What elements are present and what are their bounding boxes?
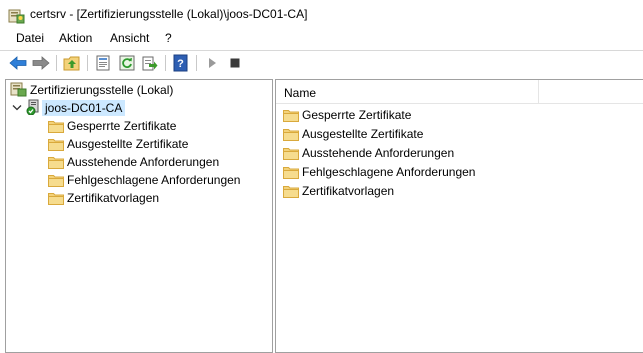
menu-ansicht[interactable]: Ansicht bbox=[108, 31, 151, 45]
folder-icon bbox=[283, 185, 299, 198]
tree-ca-item[interactable]: joos-DC01-CA bbox=[12, 99, 126, 118]
toolbar-separator bbox=[56, 55, 57, 71]
toolbar-separator bbox=[87, 55, 88, 71]
ca-server-icon bbox=[26, 99, 42, 118]
chevron-down-icon[interactable] bbox=[12, 104, 24, 112]
tree-item-label: Fehlgeschlagene Anforderungen bbox=[67, 173, 241, 187]
list-item[interactable]: Ausgestellte Zertifikate bbox=[283, 125, 423, 143]
svg-text:?: ? bbox=[177, 58, 184, 70]
back-icon[interactable] bbox=[9, 54, 27, 72]
list-pane[interactable]: Name Gesperrte Zertifikate Ausgestellte … bbox=[275, 79, 643, 353]
menu-bar: Datei Aktion Ansicht ? bbox=[0, 29, 643, 49]
help-icon[interactable]: ? bbox=[172, 54, 190, 72]
refresh-icon[interactable] bbox=[118, 54, 136, 72]
folder-icon bbox=[283, 147, 299, 160]
certificate-authority-icon bbox=[10, 81, 27, 100]
menu-datei[interactable]: Datei bbox=[14, 31, 46, 45]
folder-icon bbox=[48, 192, 64, 205]
stop-icon[interactable] bbox=[226, 54, 244, 72]
window-title: certsrv - [Zertifizierungsstelle (Lokal)… bbox=[30, 7, 308, 21]
list-item[interactable]: Fehlgeschlagene Anforderungen bbox=[283, 163, 475, 181]
title-bar: certsrv - [Zertifizierungsstelle (Lokal)… bbox=[0, 0, 643, 30]
list-header: Name bbox=[276, 80, 643, 104]
properties-icon[interactable] bbox=[94, 54, 112, 72]
toolbar-separator bbox=[165, 55, 166, 71]
menu-aktion[interactable]: Aktion bbox=[57, 31, 94, 45]
list-item-label: Zertifikatvorlagen bbox=[302, 184, 395, 198]
tree-item-label: Ausstehende Anforderungen bbox=[67, 155, 220, 169]
play-icon[interactable] bbox=[203, 54, 221, 72]
list-item-label: Ausgestellte Zertifikate bbox=[302, 127, 424, 141]
tree-root-item[interactable]: Zertifizierungsstelle (Lokal) bbox=[10, 81, 176, 99]
folder-icon bbox=[48, 138, 64, 151]
tree-root-label: Zertifizierungsstelle (Lokal) bbox=[30, 83, 174, 97]
toolbar: ? bbox=[0, 50, 643, 74]
forward-icon[interactable] bbox=[32, 54, 50, 72]
column-header-name[interactable]: Name bbox=[284, 86, 316, 100]
folder-icon bbox=[48, 156, 64, 169]
list-item-label: Fehlgeschlagene Anforderungen bbox=[302, 165, 476, 179]
certsrv-app-icon bbox=[8, 7, 25, 24]
list-item[interactable]: Gesperrte Zertifikate bbox=[283, 106, 411, 124]
tree-item-label: Ausgestellte Zertifikate bbox=[67, 137, 189, 151]
folder-icon bbox=[283, 128, 299, 141]
folder-icon bbox=[283, 166, 299, 179]
up-folder-icon[interactable] bbox=[63, 54, 81, 72]
list-item[interactable]: Ausstehende Anforderungen bbox=[283, 144, 454, 162]
tree-pane[interactable]: Zertifizierungsstelle (Lokal) joos-DC01-… bbox=[5, 79, 273, 353]
export-icon[interactable] bbox=[141, 54, 159, 72]
tree-item-zertifikatvorlagen[interactable]: Zertifikatvorlagen bbox=[48, 189, 162, 207]
tree-item-label: Zertifikatvorlagen bbox=[67, 191, 160, 205]
column-divider[interactable] bbox=[538, 80, 539, 104]
tree-ca-label: joos-DC01-CA bbox=[42, 100, 126, 116]
tree-item-ausgestellte[interactable]: Ausgestellte Zertifikate bbox=[48, 135, 191, 153]
list-item[interactable]: Zertifikatvorlagen bbox=[283, 182, 394, 200]
list-item-label: Ausstehende Anforderungen bbox=[302, 146, 455, 160]
tree-item-gesperrte[interactable]: Gesperrte Zertifikate bbox=[48, 117, 179, 135]
folder-icon bbox=[283, 109, 299, 122]
folder-icon bbox=[48, 174, 64, 187]
tree-item-ausstehende[interactable]: Ausstehende Anforderungen bbox=[48, 153, 222, 171]
tree-item-label: Gesperrte Zertifikate bbox=[67, 119, 177, 133]
tree-item-fehlgeschlagene[interactable]: Fehlgeschlagene Anforderungen bbox=[48, 171, 243, 189]
list-item-label: Gesperrte Zertifikate bbox=[302, 108, 412, 122]
toolbar-separator bbox=[196, 55, 197, 71]
folder-icon bbox=[48, 120, 64, 133]
menu-help[interactable]: ? bbox=[163, 31, 174, 45]
